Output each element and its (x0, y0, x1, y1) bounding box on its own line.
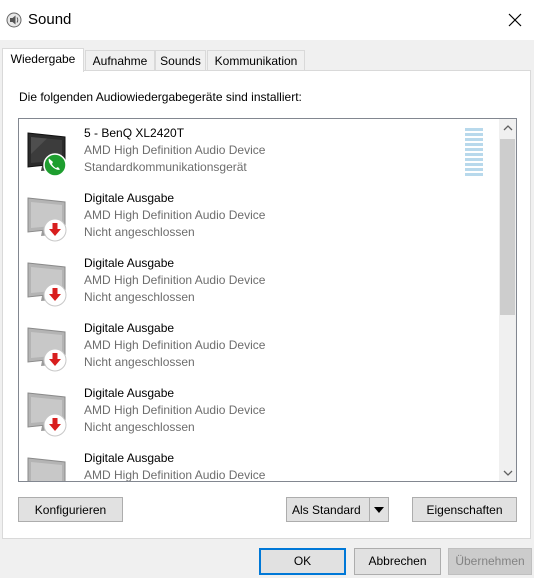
configure-button[interactable]: Konfigurieren (18, 497, 123, 522)
device-item[interactable]: Digitale Ausgabe AMD High Definition Aud… (19, 249, 497, 314)
monitor-icon (25, 194, 73, 242)
device-status: Standardkommunikationsgerät (84, 160, 247, 174)
set-default-label: Als Standard (292, 503, 361, 517)
device-status: Nicht angeschlossen (84, 225, 195, 239)
monitor-icon (25, 324, 73, 372)
device-status: Nicht angeschlossen (84, 355, 195, 369)
device-item[interactable]: Digitale Ausgabe AMD High Definition Aud… (19, 314, 497, 379)
close-icon (508, 13, 522, 27)
window-title: Sound (28, 11, 72, 28)
set-default-button[interactable]: Als Standard (286, 497, 389, 522)
monitor-icon (25, 454, 73, 481)
device-status: Nicht angeschlossen (84, 420, 195, 434)
ok-button[interactable]: OK (259, 548, 346, 575)
apply-button[interactable]: Übernehmen (448, 548, 532, 575)
down-arrow-badge-icon (43, 413, 67, 437)
device-driver: AMD High Definition Audio Device (84, 468, 266, 482)
device-name: 5 - BenQ XL2420T (84, 126, 185, 140)
playback-panel: Die folgenden Audiowiedergabegeräte sind… (2, 70, 531, 539)
device-name: Digitale Ausgabe (84, 191, 175, 205)
down-arrow-badge-icon (43, 348, 67, 372)
volume-level-meter (465, 128, 483, 178)
device-name: Digitale Ausgabe (84, 451, 175, 465)
tab-aufnahme[interactable]: Aufnahme (85, 50, 155, 71)
device-item[interactable]: Digitale Ausgabe AMD High Definition Aud… (19, 379, 497, 444)
device-item[interactable]: Digitale Ausgabe AMD High Definition Aud… (19, 444, 497, 482)
monitor-icon (25, 259, 73, 307)
down-arrow-badge-icon (43, 283, 67, 307)
set-default-dropdown[interactable] (369, 498, 388, 521)
device-item[interactable]: 5 - BenQ XL2420T AMD High Definition Aud… (19, 119, 497, 184)
device-item[interactable]: Digitale Ausgabe AMD High Definition Aud… (19, 184, 497, 249)
device-driver: AMD High Definition Audio Device (84, 143, 266, 157)
monitor-icon (25, 129, 73, 177)
device-name: Digitale Ausgabe (84, 256, 175, 270)
properties-button[interactable]: Eigenschaften (412, 497, 517, 522)
panel-heading: Die folgenden Audiowiedergabegeräte sind… (19, 90, 302, 104)
device-driver: AMD High Definition Audio Device (84, 338, 266, 352)
chevron-up-icon (503, 124, 512, 130)
scroll-up-button[interactable] (499, 119, 516, 136)
phone-badge-icon (43, 153, 67, 177)
monitor-icon (25, 389, 73, 437)
tab-sounds[interactable]: Sounds (155, 50, 206, 71)
scroll-thumb[interactable] (500, 139, 515, 315)
tab-wiedergabe[interactable]: Wiedergabe (2, 48, 84, 72)
device-list[interactable]: 5 - BenQ XL2420T AMD High Definition Aud… (18, 118, 517, 482)
device-status: Nicht angeschlossen (84, 290, 195, 304)
cancel-button[interactable]: Abbrechen (354, 548, 441, 575)
device-driver: AMD High Definition Audio Device (84, 208, 266, 222)
tab-kommunikation[interactable]: Kommunikation (207, 50, 305, 71)
down-arrow-badge-icon (43, 218, 67, 242)
device-list-scrollbar[interactable] (499, 119, 516, 481)
close-button[interactable] (496, 0, 534, 40)
title-bar: Sound (0, 0, 534, 40)
device-driver: AMD High Definition Audio Device (84, 403, 266, 417)
triangle-down-icon (374, 506, 384, 513)
device-name: Digitale Ausgabe (84, 386, 175, 400)
speaker-icon (6, 12, 22, 28)
device-name: Digitale Ausgabe (84, 321, 175, 335)
scroll-down-button[interactable] (499, 464, 516, 481)
device-driver: AMD High Definition Audio Device (84, 273, 266, 287)
chevron-down-icon (503, 470, 512, 476)
